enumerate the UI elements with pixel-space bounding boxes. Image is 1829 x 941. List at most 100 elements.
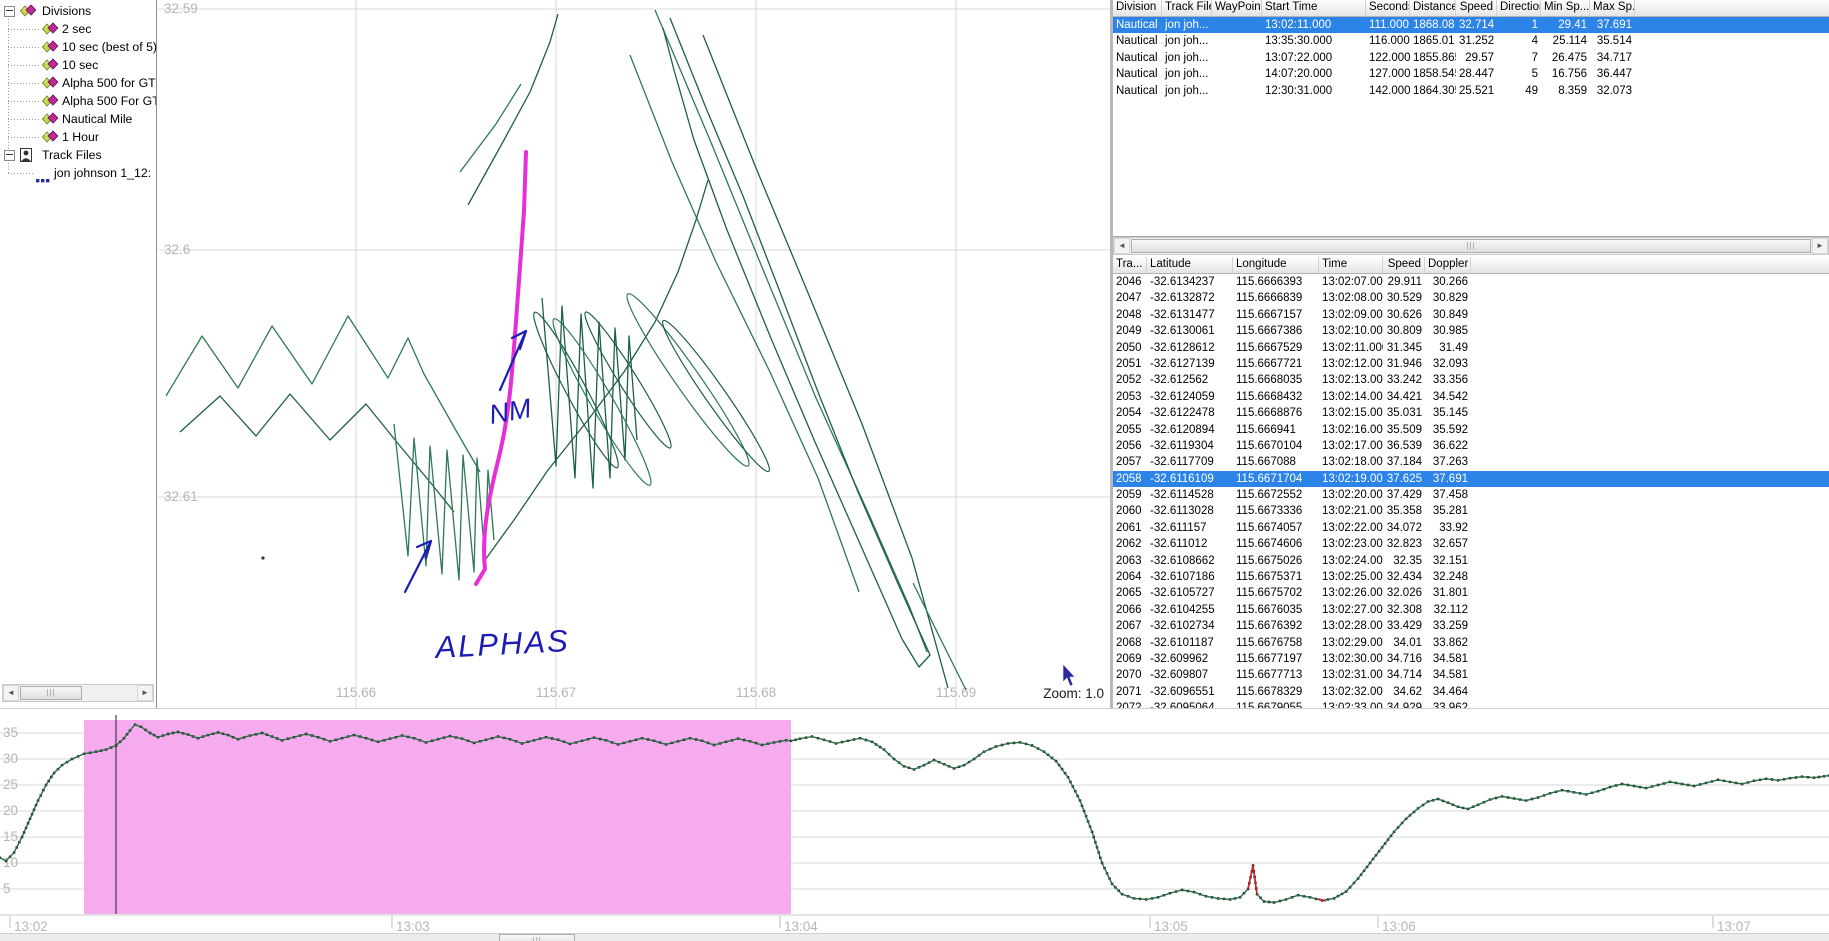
table-row[interactable]: Nautical ...jon joh...12:30:31.000142.00… xyxy=(1113,83,1829,99)
scroll-left-button[interactable]: ◄ xyxy=(1114,238,1130,254)
table-row[interactable]: 2071-32.6096551115.667832913:02:32.00034… xyxy=(1113,684,1829,700)
tree-item-track-files[interactable]: Track Files xyxy=(0,146,157,164)
table-row[interactable]: 2069-32.609962115.667719713:02:30.00034.… xyxy=(1113,651,1829,667)
selected-run-region[interactable] xyxy=(84,720,791,914)
table-row[interactable]: 2067-32.6102734115.667639213:02:28.00033… xyxy=(1113,618,1829,634)
tree-item-10-sec[interactable]: 10 sec xyxy=(0,56,157,74)
table-cell: -32.611012 xyxy=(1147,536,1233,552)
tree-horizontal-scrollbar[interactable]: ◄||| ► xyxy=(2,684,154,702)
tree-item-jon-johnson-1-12-[interactable]: jon johnson 1_12: xyxy=(0,164,157,182)
column-header-track-file[interactable]: Track File xyxy=(1162,0,1212,17)
speed-time-graph[interactable]: 353025201510513:0213:0313:0413:0513:0613… xyxy=(0,708,1829,941)
table-row[interactable]: 2068-32.6101187115.667675813:02:29.00034… xyxy=(1113,635,1829,651)
table-cell: 1865.01 xyxy=(1410,33,1456,49)
scroll-right-button[interactable]: ► xyxy=(1812,238,1828,254)
table-row[interactable]: 2048-32.6131477115.666715713:02:09.00030… xyxy=(1113,307,1829,323)
column-header-division[interactable]: Division xyxy=(1113,0,1162,17)
expand-toggle[interactable] xyxy=(4,6,15,17)
table-row[interactable]: 2070-32.609807115.667771313:02:31.00034.… xyxy=(1113,667,1829,683)
tree-item-alpha-500-for-gt1[interactable]: Alpha 500 for GT1 xyxy=(0,74,157,92)
column-header-distance[interactable]: Distance xyxy=(1410,0,1456,17)
table-cell: 13:02:10.000 xyxy=(1319,323,1383,339)
table-row[interactable]: 2066-32.6104255115.667603513:02:27.00032… xyxy=(1113,602,1829,618)
table-cell: 8.359 xyxy=(1541,83,1590,99)
table-row[interactable]: 2064-32.6107186115.667537113:02:25.00032… xyxy=(1113,569,1829,585)
column-header-direction[interactable]: Direction xyxy=(1497,0,1541,17)
table-cell: 115.6667157 xyxy=(1233,307,1319,323)
table-cell: 30.266 xyxy=(1425,274,1471,290)
table-cell: 13:02:20.000 xyxy=(1319,487,1383,503)
table-cell: Nautical ... xyxy=(1113,83,1162,99)
table-row[interactable]: Nautical ...jon joh...13:35:30.000116.00… xyxy=(1113,33,1829,49)
column-header-start-time[interactable]: Start Time xyxy=(1262,0,1366,17)
tree-item-alpha-500-for-gt-[interactable]: Alpha 500 For GT. xyxy=(0,92,157,110)
table-cell: 34.581 xyxy=(1425,651,1471,667)
tree-item-nautical-mile[interactable]: Nautical Mile xyxy=(0,110,157,128)
table-row[interactable]: 2060-32.6113028115.667333613:02:21.00035… xyxy=(1113,503,1829,519)
table-cell: 7 xyxy=(1497,50,1541,66)
table-cell: 2066 xyxy=(1113,602,1147,618)
table-row[interactable]: 2051-32.6127139115.666772113:02:12.00031… xyxy=(1113,356,1829,372)
column-header-tra-[interactable]: Tra... xyxy=(1113,257,1147,274)
table-row[interactable]: 2050-32.6128612115.666752913:02:11.00031… xyxy=(1113,340,1829,356)
graph-horizontal-scrollbar[interactable]: ||| xyxy=(0,933,1829,941)
scrollbar-thumb[interactable]: ||| xyxy=(1131,239,1811,253)
scroll-left-button[interactable]: ◄ xyxy=(3,685,19,701)
column-header-speed[interactable]: Speed xyxy=(1456,0,1497,17)
scroll-right-button[interactable]: ► xyxy=(137,685,153,701)
table-row[interactable]: 2061-32.611157115.667405713:02:22.00034.… xyxy=(1113,520,1829,536)
tree-item-10-sec-best-of-5-[interactable]: 10 sec (best of 5) xyxy=(0,38,157,56)
column-header-seconds[interactable]: Seconds xyxy=(1366,0,1410,17)
gps-track xyxy=(703,35,948,688)
table-cell: 115.6676035 xyxy=(1233,602,1319,618)
selected-run-track[interactable] xyxy=(476,152,526,584)
table-row[interactable]: 2053-32.6124059115.666843213:02:14.00034… xyxy=(1113,389,1829,405)
tree-connector xyxy=(8,173,34,174)
column-header-doppler[interactable]: Doppler xyxy=(1425,257,1471,274)
tree-item-2-sec[interactable]: 2 sec xyxy=(0,20,157,38)
table-row[interactable]: Nautical ...jon joh...13:07:22.000122.00… xyxy=(1113,50,1829,66)
runs-table-horizontal-scrollbar[interactable]: ◄ ||| ► xyxy=(1113,237,1829,255)
scrollbar-thumb[interactable]: ||| xyxy=(20,686,82,700)
column-header-max-sp-[interactable]: Max Sp... xyxy=(1590,0,1635,17)
table-row[interactable]: 2056-32.6119304115.667010413:02:17.00036… xyxy=(1113,438,1829,454)
table-row[interactable]: 2055-32.6120894115.66694113:02:16.00035.… xyxy=(1113,422,1829,438)
scrollbar-thumb[interactable]: ||| xyxy=(499,934,575,941)
table-row[interactable]: 2054-32.6122478115.666887613:02:15.00035… xyxy=(1113,405,1829,421)
track-map[interactable]: 32.5932.632.61115.66115.67115.68115.69NM… xyxy=(158,0,1113,708)
column-header-speed[interactable]: Speed xyxy=(1383,257,1425,274)
column-header-longitude[interactable]: Longitude xyxy=(1233,257,1319,274)
tree-item-divisions[interactable]: Divisions xyxy=(0,2,157,20)
column-header-time[interactable]: Time xyxy=(1319,257,1383,274)
table-cell: Nautical ... xyxy=(1113,33,1162,49)
column-header-min-sp-[interactable]: Min Sp... xyxy=(1541,0,1590,17)
table-row[interactable]: 2057-32.6117709115.66708813:02:18.00037.… xyxy=(1113,454,1829,470)
gps-track xyxy=(630,55,859,592)
table-row[interactable]: 2046-32.6134237115.666639313:02:07.00029… xyxy=(1113,274,1829,290)
tree-item-label: Alpha 500 for GT1 xyxy=(62,74,157,92)
expand-toggle[interactable] xyxy=(4,150,15,161)
table-row[interactable]: 2065-32.6105727115.667570213:02:26.00032… xyxy=(1113,585,1829,601)
table-row[interactable]: Nautical ...jon joh...13:02:11.000111.00… xyxy=(1113,17,1829,33)
table-row[interactable]: 2063-32.6108662115.667502613:02:24.00032… xyxy=(1113,553,1829,569)
table-cell: 13:02:08.000 xyxy=(1319,290,1383,306)
tree-item-1-hour[interactable]: 1 Hour xyxy=(0,128,157,146)
table-cell: 13:02:30.000 xyxy=(1319,651,1383,667)
table-row[interactable]: 2052-32.612562115.666803513:02:13.00033.… xyxy=(1113,372,1829,388)
table-row[interactable]: 2058-32.6116109115.667170413:02:19.00037… xyxy=(1113,471,1829,487)
column-header-latitude[interactable]: Latitude xyxy=(1147,257,1233,274)
column-header-waypoint[interactable]: WayPoint xyxy=(1212,0,1262,17)
table-row[interactable]: 2049-32.6130061115.666738613:02:10.00030… xyxy=(1113,323,1829,339)
lat-axis-label: 32.59 xyxy=(164,1,198,16)
table-row[interactable]: Nautical ...jon joh...14:07:20.000127.00… xyxy=(1113,66,1829,82)
table-row[interactable]: 2062-32.611012115.667460613:02:23.00032.… xyxy=(1113,536,1829,552)
table-cell: 115.6666393 xyxy=(1233,274,1319,290)
table-cell: 13:35:30.000 xyxy=(1262,33,1366,49)
table-row[interactable]: 2047-32.6132872115.666683913:02:08.00030… xyxy=(1113,290,1829,306)
table-cell: 32.093 xyxy=(1425,356,1471,372)
table-cell: -32.6122478 xyxy=(1147,405,1233,421)
table-row[interactable]: 2059-32.6114528115.667255213:02:20.00037… xyxy=(1113,487,1829,503)
table-cell: 2057 xyxy=(1113,454,1147,470)
table-cell: 115.6674057 xyxy=(1233,520,1319,536)
table-cell: 32.823 xyxy=(1383,536,1425,552)
